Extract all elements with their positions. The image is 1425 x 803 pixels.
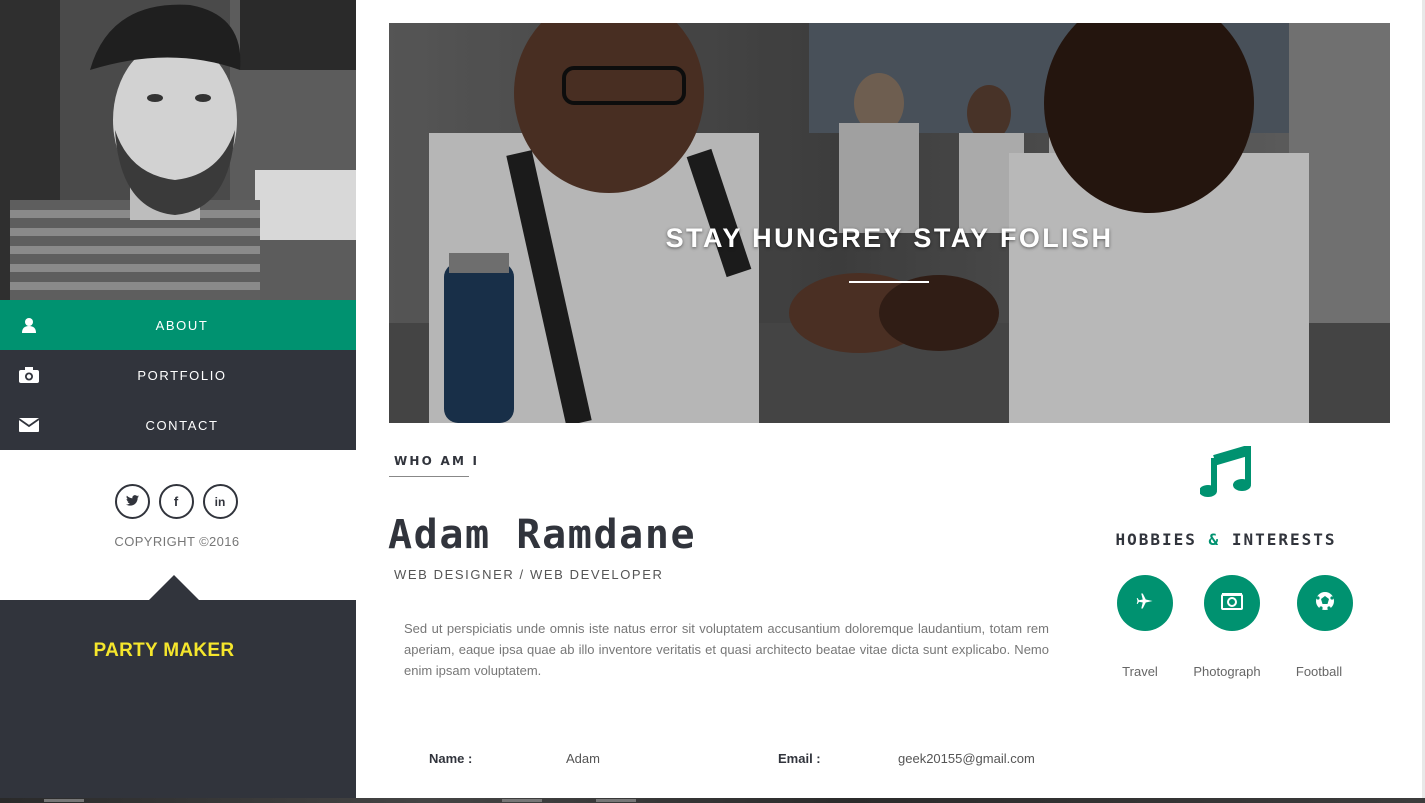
hobbies-title-amp: & <box>1208 530 1221 549</box>
linkedin-icon: in <box>214 494 226 509</box>
party-label: PARTY MAKER <box>93 640 235 661</box>
hobby-football <box>1297 575 1353 631</box>
hobby-photograph <box>1204 575 1260 631</box>
hero-title: STAY HUNGREY STAY FOLISH <box>665 223 1114 253</box>
sidebar: ABOUT PORTFOLIO CONTACT f in COPYRIGHT ©… <box>0 0 356 798</box>
sidebar-item-label: CONTACT <box>145 417 219 433</box>
hero-banner: STAY HUNGREY STAY FOLISH <box>389 23 1390 423</box>
info-label: Name : <box>429 751 473 766</box>
facebook-icon: f <box>173 494 179 509</box>
info-email-value: geek20155@gmail.com <box>898 751 1035 766</box>
twitter-icon <box>125 494 139 509</box>
bottom-photo-strip <box>0 798 1425 803</box>
hobbies-title-part2: INTERESTS <box>1231 530 1337 549</box>
person-role: WEB DESIGNER / WEB DEVELOPER <box>394 567 664 582</box>
plane-icon <box>1136 592 1154 615</box>
linkedin-button[interactable]: in <box>202 484 238 519</box>
music-icon <box>1199 443 1252 498</box>
info-label: Email : <box>778 751 821 766</box>
info-name-value: Adam <box>566 751 600 766</box>
sidebar-item-label: ABOUT <box>155 317 209 333</box>
main-content: STAY HUNGREY STAY FOLISH WHO AM I Adam R… <box>356 0 1425 798</box>
hobby-label-photograph: Photograph <box>1193 664 1261 679</box>
hobbies-title: HOBBIES & INTERESTS <box>1112 530 1340 549</box>
hobby-travel <box>1117 575 1173 631</box>
hobby-label-travel: Travel <box>1122 664 1158 679</box>
info-name-key: Name : <box>429 751 472 766</box>
social-links: f in <box>0 484 356 519</box>
copyright-text: COPYRIGHT ©2016 <box>114 534 240 549</box>
party-box: PARTY MAKER <box>0 575 356 798</box>
person-bio: Sed ut perspiciatis unde omnis iste natu… <box>404 621 1049 678</box>
football-icon <box>1315 591 1335 616</box>
hobbies-title-part1: HOBBIES <box>1115 530 1197 549</box>
hobby-label-football: Football <box>1295 664 1343 679</box>
section-underline <box>389 476 469 477</box>
info-value: geek20155@gmail.com <box>898 751 1035 766</box>
info-value: Adam <box>566 751 600 766</box>
sidebar-item-label: PORTFOLIO <box>137 367 227 383</box>
person-name: Adam Ramdane <box>388 512 697 558</box>
sidebar-item-portfolio[interactable]: PORTFOLIO <box>0 350 356 400</box>
sidebar-nav: ABOUT PORTFOLIO CONTACT <box>0 300 356 450</box>
sidebar-item-about[interactable]: ABOUT <box>0 300 356 350</box>
camera-icon <box>18 365 40 385</box>
facebook-button[interactable]: f <box>158 484 194 519</box>
info-email-key: Email : <box>778 751 821 766</box>
profile-photo-image <box>0 0 356 300</box>
sidebar-item-contact[interactable]: CONTACT <box>0 400 356 450</box>
photo-camera-icon <box>1221 592 1243 615</box>
envelope-icon <box>18 415 40 435</box>
profile-photo <box>0 0 356 300</box>
section-label: WHO AM I <box>394 454 480 468</box>
user-icon <box>18 315 40 335</box>
hero-divider <box>849 281 929 283</box>
twitter-button[interactable] <box>114 484 150 519</box>
party-box-notch <box>149 575 199 600</box>
